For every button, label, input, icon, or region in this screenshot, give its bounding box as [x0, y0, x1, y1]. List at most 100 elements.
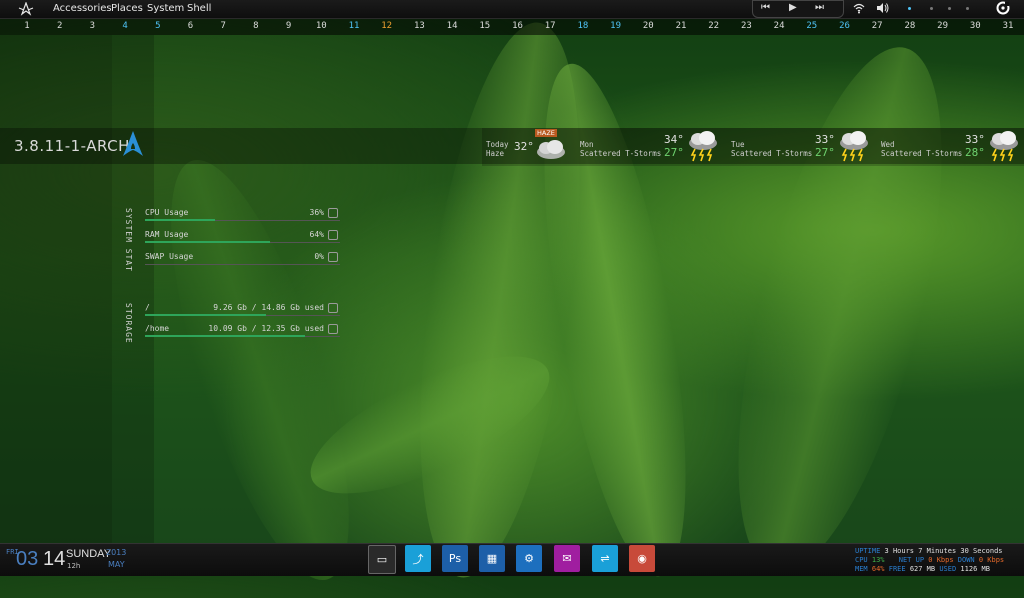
storage-value: 9.26 Gb / 14.86 Gb used: [213, 303, 324, 312]
settings-launcher-button[interactable]: ⚙: [516, 545, 542, 572]
thunderstorm-icon: [840, 131, 868, 162]
calendar-day-2[interactable]: 2: [46, 21, 74, 31]
thunderstorm-icon: [689, 131, 717, 162]
calendar-day-22[interactable]: 22: [700, 21, 728, 31]
system_stat-value: 36%: [309, 208, 324, 217]
weather-today: Today Haze: [486, 140, 509, 158]
workspace-indicator-icon[interactable]: [966, 7, 969, 10]
calendar-day-16[interactable]: 16: [504, 21, 532, 31]
power-icon[interactable]: [996, 1, 1010, 18]
arch-linux-logo-icon: [123, 131, 143, 156]
calendar-day-31[interactable]: 31: [994, 21, 1022, 31]
chip-icon: [328, 208, 338, 218]
system_stat-value: 64%: [309, 230, 324, 239]
calendar-day-8[interactable]: 8: [242, 21, 270, 31]
weather-day: Wed Scattered T-Storms: [881, 140, 962, 158]
calendar-day-9[interactable]: 9: [275, 21, 303, 31]
calendar-day-25[interactable]: 25: [798, 21, 826, 31]
weather-day-name: Wed: [881, 140, 895, 149]
workspace-indicator-icon[interactable]: [908, 7, 911, 10]
calendar-day-21[interactable]: 21: [667, 21, 695, 31]
wifi-icon[interactable]: [853, 2, 865, 17]
workspace-indicator-icon[interactable]: [948, 7, 951, 10]
files-launcher-button[interactable]: ⤴: [405, 545, 431, 572]
calendar-day-20[interactable]: 20: [634, 21, 662, 31]
system-stat-title: SYSTEM STAT: [124, 208, 133, 272]
usage-bar-fill: [145, 241, 270, 243]
thunderstorm-icon: [990, 131, 1018, 162]
calendar-day-1[interactable]: 1: [13, 21, 41, 31]
calendar-day-3[interactable]: 3: [78, 21, 106, 31]
calendar-day-27[interactable]: 27: [863, 21, 891, 31]
menu-shell[interactable]: Shell: [187, 3, 211, 14]
calendar-day-12[interactable]: 12: [373, 21, 401, 31]
calendar-day-29[interactable]: 29: [929, 21, 957, 31]
calendar-day-4[interactable]: 4: [111, 21, 139, 31]
sysinfo-uptime: UPTIME 3 Hours 7 Minutes 30 Seconds: [855, 547, 1003, 555]
calendar-day-10[interactable]: 10: [307, 21, 335, 31]
clock-time: 12h: [67, 562, 81, 570]
cpu-label: CPU: [855, 556, 868, 564]
mem-value: 64%: [871, 565, 885, 573]
weather-day: Mon Scattered T-Storms: [580, 140, 661, 158]
calendar-day-30[interactable]: 30: [961, 21, 989, 31]
chrome-launcher-button[interactable]: ◉: [629, 545, 655, 572]
net-down-value: 0 Kbps: [978, 556, 1005, 564]
storage-title: STORAGE: [124, 303, 133, 344]
storage-row: / 9.26 Gb / 14.86 Gb used: [145, 303, 340, 317]
arch-menu-icon[interactable]: [18, 2, 34, 16]
weather-day-low: 27°: [815, 146, 835, 159]
menu-system[interactable]: System: [147, 3, 184, 14]
system_stat-row: CPU Usage 36%: [145, 208, 340, 222]
uptime-value: 3 Hours 7 Minutes 30 Seconds: [884, 547, 1003, 555]
free-value: 627 MB: [909, 565, 936, 573]
calendar-day-13[interactable]: 13: [405, 21, 433, 31]
storage-label: /home: [145, 324, 170, 333]
calendar-strip: 1 2 3 4 5 6 7 8 9 10 11 12 13 14 15 16 17 18 19 20 21 22 23 24 2…: [0, 19, 1024, 35]
sysinfo-cpu-net: CPU 13% NET UP 0 Kbps DOWN 0 Kbps: [855, 556, 1004, 564]
calendar-day-19[interactable]: 19: [602, 21, 630, 31]
wallpaper-blade: [697, 28, 983, 592]
down-label: DOWN: [957, 556, 975, 564]
previous-track-button[interactable]: ⏮: [761, 2, 770, 13]
chip-icon: [328, 252, 338, 262]
kernel-version: 3.8.11-1-ARCH: [14, 137, 130, 155]
chat-icon: ✉: [562, 552, 572, 565]
calendar-day-24[interactable]: 24: [765, 21, 793, 31]
weather-today-temp: 32°: [514, 140, 534, 153]
chat-launcher-button[interactable]: ✉: [554, 545, 580, 572]
terminal-launcher-button[interactable]: ▭: [368, 545, 396, 574]
weather-today-day: Today: [486, 140, 509, 149]
menu-places[interactable]: Places: [111, 3, 143, 14]
net-up-value: 0 Kbps: [928, 556, 954, 564]
calculator-launcher-button[interactable]: ▦: [479, 545, 505, 572]
mem-label: MEM: [855, 565, 868, 573]
workspace-indicator-icon[interactable]: [930, 7, 933, 10]
calendar-day-23[interactable]: 23: [732, 21, 760, 31]
volume-icon[interactable]: [876, 2, 890, 17]
calendar-day-28[interactable]: 28: [896, 21, 924, 31]
photoshop-launcher-button[interactable]: Ps: [442, 545, 468, 572]
clock-month: MAY: [108, 560, 125, 569]
net-label: NET UP: [898, 556, 925, 564]
calendar-day-18[interactable]: 18: [569, 21, 597, 31]
play-button[interactable]: ▶: [789, 2, 797, 13]
usb-launcher-button[interactable]: ⇌: [592, 545, 618, 572]
calendar-day-26[interactable]: 26: [831, 21, 859, 31]
calendar-day-7[interactable]: 7: [209, 21, 237, 31]
used-label: USED: [939, 565, 957, 573]
calendar-day-17[interactable]: 17: [536, 21, 564, 31]
next-track-button[interactable]: ⏭: [815, 2, 824, 13]
calendar-day-5[interactable]: 5: [144, 21, 172, 31]
chrome-icon: ◉: [637, 552, 647, 565]
menu-accessories[interactable]: Accessories: [53, 3, 112, 14]
system_stat-row: SWAP Usage 0%: [145, 252, 340, 266]
calendar-day-11[interactable]: 11: [340, 21, 368, 31]
calendar-day-6[interactable]: 6: [177, 21, 205, 31]
settings-icon: ⚙: [524, 552, 534, 565]
weather-day: Tue Scattered T-Storms: [731, 140, 812, 158]
weather-day-condition: Scattered T-Storms: [580, 149, 662, 158]
weather-day-high: 33°: [815, 133, 835, 146]
calendar-day-14[interactable]: 14: [438, 21, 466, 31]
calendar-day-15[interactable]: 15: [471, 21, 499, 31]
